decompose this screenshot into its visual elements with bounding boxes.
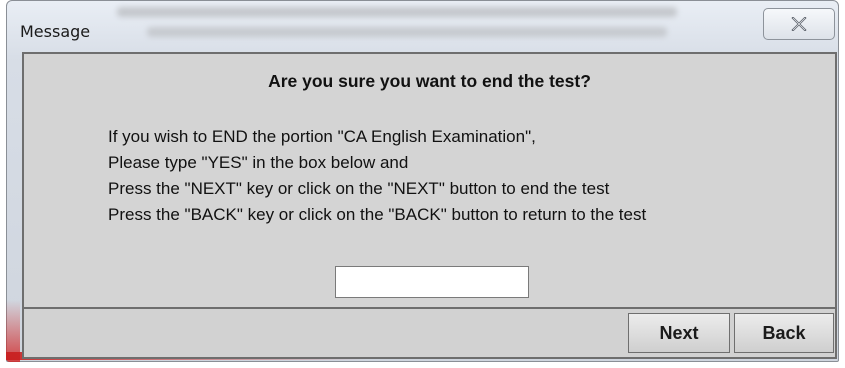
dialog-heading: Are you sure you want to end the test? bbox=[268, 71, 591, 91]
window-title: Message bbox=[20, 22, 91, 41]
confirmation-input[interactable] bbox=[335, 266, 529, 298]
dialog-content-panel: Are you sure you want to end the test? I… bbox=[22, 52, 837, 309]
blurred-background bbox=[117, 5, 737, 45]
instruction-line: If you wish to END the portion "CA Engli… bbox=[108, 127, 536, 146]
next-button[interactable]: Next bbox=[628, 313, 730, 353]
button-bar: Next Back bbox=[22, 309, 837, 359]
back-button[interactable]: Back bbox=[734, 313, 834, 353]
instruction-line: Press the "BACK" key or click on the "BA… bbox=[108, 205, 647, 224]
instruction-line: Please type "YES" in the box below and bbox=[108, 153, 409, 172]
instruction-line: Press the "NEXT" key or click on the "NE… bbox=[108, 179, 610, 198]
close-icon bbox=[791, 17, 807, 31]
close-button[interactable] bbox=[763, 8, 835, 40]
